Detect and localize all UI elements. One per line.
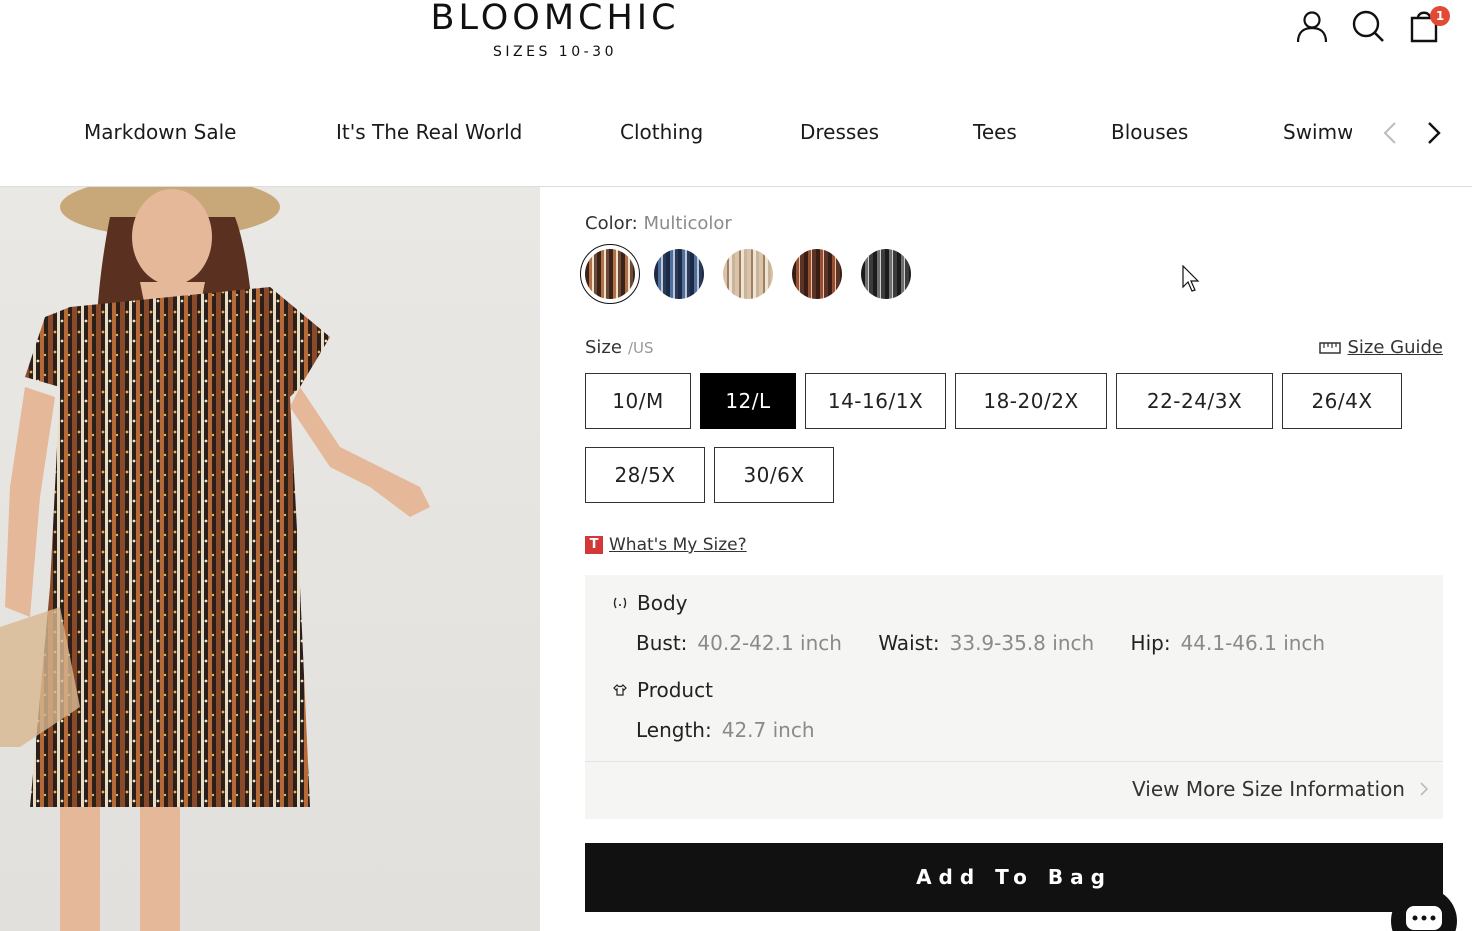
- nav-next-icon[interactable]: [1419, 118, 1449, 148]
- chevron-right-icon: [1420, 782, 1429, 796]
- color-row: Color: Multicolor: [585, 213, 732, 234]
- waist-value: 33.9-35.8 inch: [949, 631, 1095, 655]
- brand-logo[interactable]: BLOOMCHIC SIZES 10-30: [420, 0, 690, 60]
- size-option-14-16-1x[interactable]: 14-16/1X: [805, 373, 946, 429]
- length-label: Length:: [636, 718, 712, 742]
- color-value: Multicolor: [643, 213, 732, 234]
- ruler-icon: [1319, 341, 1342, 354]
- product-measurements: Length: 42.7 inch: [636, 718, 815, 742]
- size-option-22-24-3x[interactable]: 22-24/3X: [1116, 373, 1273, 429]
- hip-value: 44.1-46.1 inch: [1180, 631, 1326, 655]
- add-to-bag-button[interactable]: Add To Bag: [585, 843, 1443, 912]
- size-guide-label: Size Guide: [1347, 337, 1443, 358]
- size-label: Size: [585, 337, 622, 358]
- brand-name: BLOOMCHIC: [430, 0, 680, 38]
- hip-label: Hip:: [1130, 631, 1171, 655]
- product-page: BLOOMCHIC SIZES 10-30 1 Markdown Sale It…: [0, 0, 1472, 931]
- nav-items: Markdown Sale It's The Real World Clothi…: [40, 120, 1352, 150]
- nav-item-swimwear[interactable]: Swimw: [1283, 120, 1352, 144]
- product-image[interactable]: [0, 187, 540, 931]
- true-fit-icon: T: [585, 536, 603, 554]
- category-nav: Markdown Sale It's The Real World Clothi…: [0, 108, 1472, 162]
- account-icon[interactable]: [1294, 8, 1330, 44]
- size-option-18-20-2x[interactable]: 18-20/2X: [955, 373, 1107, 429]
- view-more-label: View More Size Information: [1132, 777, 1405, 801]
- nav-item-tees[interactable]: Tees: [973, 120, 1017, 144]
- body-title: Body: [637, 591, 688, 615]
- search-icon[interactable]: [1350, 8, 1386, 44]
- size-guide-link[interactable]: Size Guide: [1319, 337, 1443, 358]
- whats-my-size-link[interactable]: What's My Size?: [609, 535, 747, 555]
- nav-item-dresses[interactable]: Dresses: [800, 120, 879, 144]
- size-option-12l[interactable]: 12/L: [700, 373, 796, 429]
- whats-my-size[interactable]: T What's My Size?: [585, 535, 747, 555]
- color-swatches: [580, 244, 911, 304]
- body-measure-icon: [613, 597, 627, 609]
- swatch-multicolor-rust[interactable]: [792, 249, 842, 299]
- swatch-multicolor-black[interactable]: [861, 249, 911, 299]
- nav-item-markdown-sale[interactable]: Markdown Sale: [84, 120, 236, 144]
- chat-icon[interactable]: [1391, 888, 1457, 931]
- brand-tagline: SIZES 10-30: [493, 44, 617, 60]
- swatch-multicolor-brown[interactable]: [580, 244, 640, 304]
- cart-count-badge: 1: [1430, 6, 1450, 26]
- shirt-icon: [613, 683, 627, 696]
- cart-icon[interactable]: 1: [1406, 6, 1450, 44]
- size-info-panel: Body Bust: 40.2-42.1 inch Waist: 33.9-35.8…: [585, 575, 1443, 819]
- size-info-divider: [585, 761, 1443, 762]
- nav-item-clothing[interactable]: Clothing: [620, 120, 703, 144]
- header-icons: 1: [1294, 6, 1450, 44]
- nav-item-real-world[interactable]: It's The Real World: [336, 120, 522, 144]
- view-more-size-info[interactable]: View More Size Information: [1132, 777, 1429, 801]
- nav-item-blouses[interactable]: Blouses: [1111, 120, 1188, 144]
- product-heading: Product: [613, 678, 713, 702]
- mouse-cursor-icon: [1181, 264, 1201, 295]
- size-unit: /US: [627, 339, 654, 357]
- nav-prev-icon[interactable]: [1376, 118, 1406, 148]
- size-option-30-6x[interactable]: 30/6X: [714, 447, 834, 503]
- size-option-28-5x[interactable]: 28/5X: [585, 447, 705, 503]
- body-measurements: Bust: 40.2-42.1 inch Waist: 33.9-35.8 inch…: [636, 631, 1325, 655]
- color-label: Color:: [585, 213, 638, 234]
- product-title: Product: [637, 678, 713, 702]
- swatch-multicolor-blue[interactable]: [654, 249, 704, 299]
- bust-label: Bust:: [636, 631, 688, 655]
- size-option-26-4x[interactable]: 26/4X: [1282, 373, 1402, 429]
- bust-value: 40.2-42.1 inch: [697, 631, 842, 655]
- length-value: 42.7 inch: [721, 718, 815, 742]
- waist-label: Waist:: [878, 631, 940, 655]
- size-header: Size/US Size Guide: [585, 337, 1443, 361]
- swatch-multicolor-beige[interactable]: [723, 249, 773, 299]
- size-option-10m[interactable]: 10/M: [585, 373, 691, 429]
- body-heading: Body: [613, 591, 688, 615]
